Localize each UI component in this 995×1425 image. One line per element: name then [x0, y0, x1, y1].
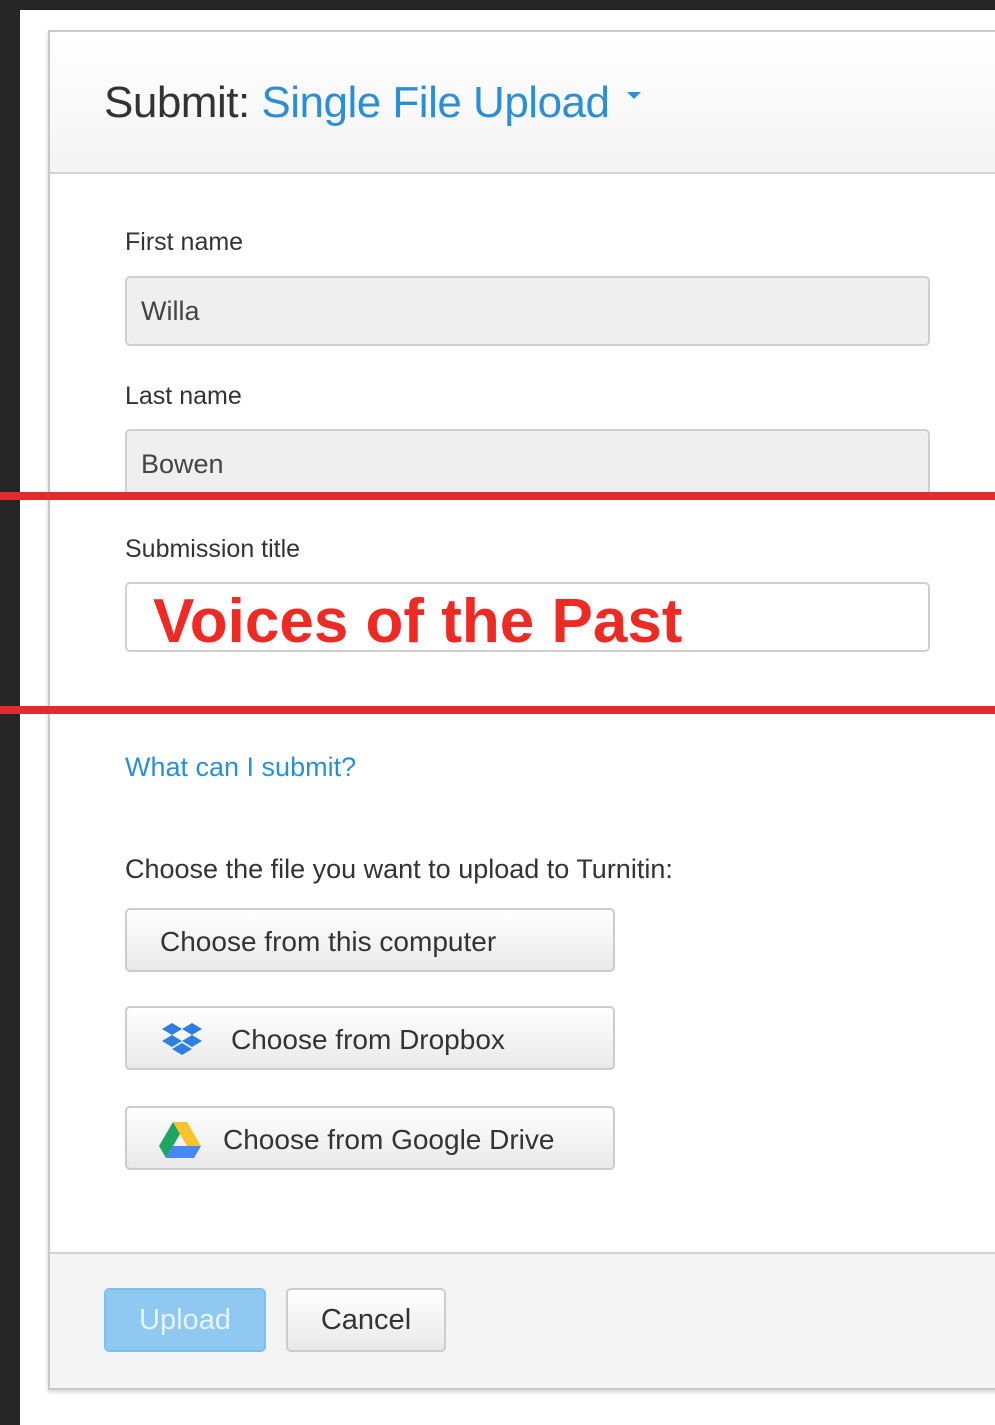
first-name-field[interactable]	[125, 276, 930, 346]
annotation-line-top	[0, 492, 995, 500]
choose-from-google-drive-button[interactable]: Choose from Google Drive	[125, 1106, 615, 1170]
caret-down-icon	[627, 92, 642, 99]
dialog-footer: Upload Cancel	[50, 1252, 995, 1388]
upload-button[interactable]: Upload	[104, 1288, 266, 1352]
upload-mode-dropdown[interactable]: Single File Upload	[261, 78, 642, 127]
last-name-label: Last name	[125, 382, 242, 410]
choose-from-computer-label: Choose from this computer	[160, 926, 497, 957]
first-name-label: First name	[125, 228, 244, 256]
annotation-line-bottom	[0, 706, 995, 714]
what-can-i-submit-link[interactable]: What can I submit?	[125, 752, 356, 783]
upload-mode-label: Single File Upload	[261, 78, 610, 127]
upload-prompt: Choose the file you want to upload to Tu…	[125, 854, 673, 884]
submission-title-field[interactable]: Voices of the Past	[125, 582, 930, 656]
dropbox-icon	[159, 1020, 205, 1067]
cancel-button[interactable]: Cancel	[286, 1288, 446, 1352]
submission-title-label: Submission title	[125, 535, 301, 563]
last-name-field[interactable]	[125, 429, 930, 499]
choose-from-dropbox-label: Choose from Dropbox	[231, 1024, 505, 1055]
google-drive-icon	[157, 1120, 203, 1167]
title-prefix: Submit:	[104, 78, 262, 127]
dialog-title: Submit: Single File Upload	[104, 78, 642, 128]
dialog-header: Submit: Single File Upload	[50, 32, 995, 174]
submission-title-value: Voices of the Past	[153, 587, 683, 656]
choose-from-dropbox-button[interactable]: Choose from Dropbox	[125, 1006, 615, 1070]
choose-from-google-drive-label: Choose from Google Drive	[223, 1124, 555, 1155]
choose-from-computer-button[interactable]: Choose from this computer	[125, 908, 615, 972]
